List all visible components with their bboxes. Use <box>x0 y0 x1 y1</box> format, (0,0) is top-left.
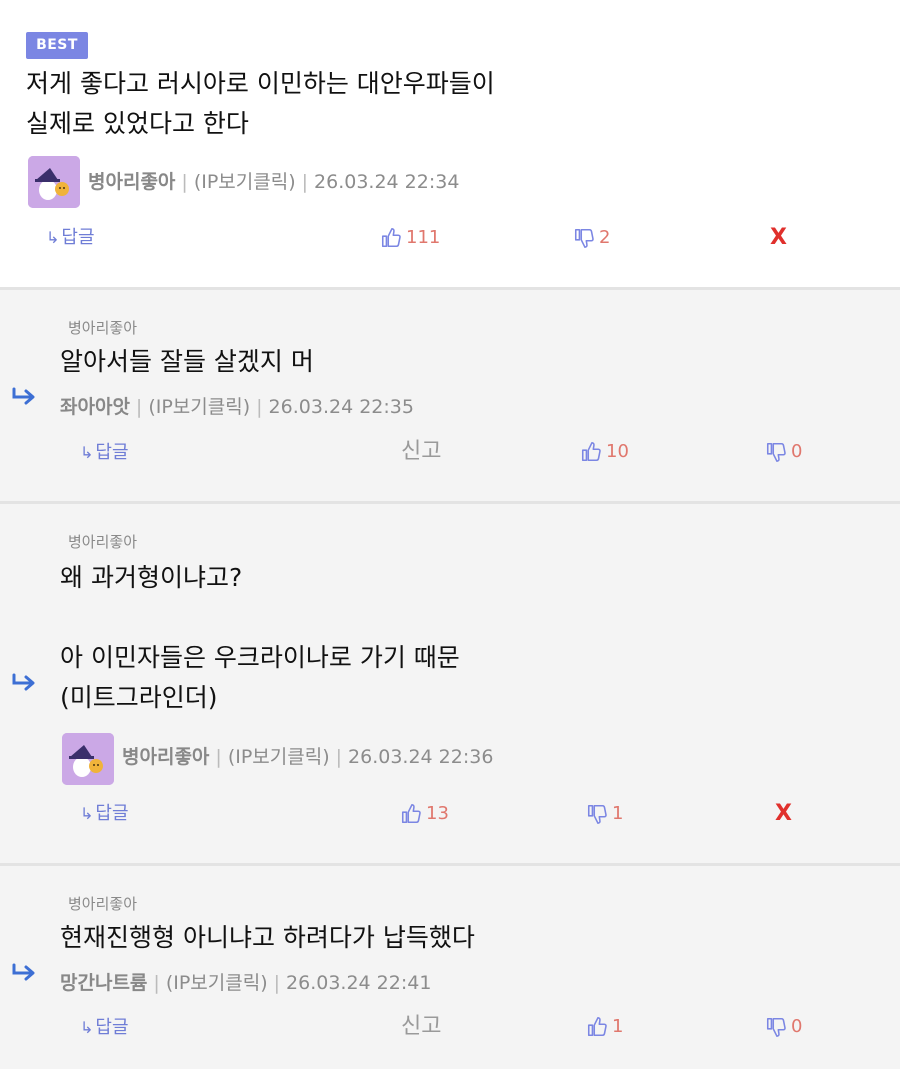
separator: | <box>335 746 343 768</box>
nickname[interactable]: 좌아아앗 <box>60 396 130 418</box>
reply-comment: 병아리좋아 알아서들 잘들 살겠지 머 좌아아앗 | (IP보기클릭) | 26.03.… <box>0 290 900 501</box>
thumbs-down-icon <box>574 228 594 248</box>
reply-comment: 병아리좋아 현재진행형 아니냐고 하려다가 납득했다 망간나트륨 | (IP보기클릭… <box>0 866 900 1069</box>
comment-text: 알아서들 잘들 살겠지 머 <box>60 347 314 376</box>
ip-link[interactable]: (IP보기클릭) <box>166 972 268 994</box>
best-comment: BEST 저게 좋다고 러시아로 이민하는 대안우파들이 실제로 있었다고 한다… <box>0 0 900 287</box>
reply-label: 답글 <box>61 227 95 248</box>
timestamp: 26.03.24 22:34 <box>314 171 460 193</box>
reply-to-nickname: 병아리좋아 <box>68 533 138 551</box>
like-button[interactable]: 111 <box>380 227 440 249</box>
comment-text: 현재진행형 아니냐고 하려다가 납득했다 <box>60 923 475 952</box>
like-button[interactable]: 1 <box>586 1016 623 1038</box>
best-badge: BEST <box>26 32 88 59</box>
small-reply-arrow-icon: ↳ <box>80 443 94 462</box>
ip-link[interactable]: (IP보기클릭) <box>194 171 296 193</box>
separator: | <box>256 396 263 418</box>
reply-to-nickname: 병아리좋아 <box>68 895 138 913</box>
avatar-image <box>62 733 114 785</box>
comment-text: 저게 좋다고 러시아로 이민하는 대안우파들이 실제로 있었다고 한다 <box>26 69 495 138</box>
reply-button[interactable]: ↳ 답글 <box>46 227 95 249</box>
thumbs-up-icon <box>401 804 421 824</box>
reply-button[interactable]: ↳ 답글 <box>80 1017 129 1039</box>
thumbs-down-icon <box>766 1017 786 1037</box>
like-count: 111 <box>406 227 441 248</box>
reply-arrow-icon <box>12 963 35 981</box>
reply-arrow-icon <box>12 673 35 691</box>
thumbs-up-icon <box>381 228 401 248</box>
like-count: 10 <box>606 441 629 462</box>
avatar-image <box>28 156 80 208</box>
comment-meta: 병아리좋아 | (IP보기클릭) | 26.03.24 22:34 <box>88 170 459 194</box>
dislike-count: 0 <box>791 441 803 462</box>
ip-link[interactable]: (IP보기클릭) <box>228 746 330 768</box>
small-reply-arrow-icon: ↳ <box>80 804 94 823</box>
dislike-count: 2 <box>599 227 611 248</box>
reply-arrow-icon <box>12 387 35 405</box>
thumbs-down-icon <box>766 442 786 462</box>
thumbs-up-icon <box>587 1017 607 1037</box>
thumbs-down-icon <box>587 804 607 824</box>
dislike-button[interactable]: 0 <box>765 1016 802 1038</box>
nickname[interactable]: 병아리좋아 <box>88 171 175 193</box>
reply-label: 답글 <box>95 1017 129 1038</box>
comment-meta: 좌아아앗 | (IP보기클릭) | 26.03.24 22:35 <box>60 395 414 419</box>
separator: | <box>215 746 222 768</box>
delete-button[interactable]: X <box>770 227 787 249</box>
nickname[interactable]: 병아리좋아 <box>122 746 209 768</box>
reply-comment: 병아리좋아 왜 과거형이냐고? 아 이민자들은 우크라이나로 가기 때문 (미트… <box>0 504 900 863</box>
separator: | <box>181 171 188 193</box>
like-count: 13 <box>426 803 449 824</box>
delete-button[interactable]: X <box>775 803 792 825</box>
separator: | <box>301 171 309 193</box>
timestamp: 26.03.24 22:41 <box>286 972 432 994</box>
dislike-count: 0 <box>791 1016 803 1037</box>
separator: | <box>153 972 160 994</box>
small-reply-arrow-icon: ↳ <box>80 1018 94 1037</box>
dislike-button[interactable]: 2 <box>573 227 610 249</box>
comment-text: 왜 과거형이냐고? 아 이민자들은 우크라이나로 가기 때문 (미트그라인더) <box>60 563 460 712</box>
timestamp: 26.03.24 22:35 <box>268 396 414 418</box>
like-button[interactable]: 10 <box>580 441 629 463</box>
report-button[interactable]: 신고 <box>401 1016 441 1038</box>
comment-meta: 병아리좋아 | (IP보기클릭) | 26.03.24 22:36 <box>122 745 493 769</box>
like-button[interactable]: 13 <box>400 803 449 825</box>
ip-link[interactable]: (IP보기클릭) <box>148 396 250 418</box>
small-reply-arrow-icon: ↳ <box>46 228 60 247</box>
report-button[interactable]: 신고 <box>401 441 441 463</box>
reply-to-nickname: 병아리좋아 <box>68 319 138 337</box>
separator: | <box>135 396 143 418</box>
avatar[interactable] <box>28 156 80 208</box>
separator: | <box>273 972 281 994</box>
dislike-button[interactable]: 1 <box>586 803 623 825</box>
thumbs-up-icon <box>581 442 601 462</box>
reply-button[interactable]: ↳ 답글 <box>80 803 129 825</box>
dislike-count: 1 <box>612 803 624 824</box>
reply-label: 답글 <box>95 803 129 824</box>
dislike-button[interactable]: 0 <box>765 441 802 463</box>
timestamp: 26.03.24 22:36 <box>348 746 494 768</box>
like-count: 1 <box>612 1016 624 1037</box>
reply-button[interactable]: ↳ 답글 <box>80 442 129 464</box>
reply-label: 답글 <box>95 442 129 463</box>
nickname[interactable]: 망간나트륨 <box>60 972 147 994</box>
comment-meta: 망간나트륨 | (IP보기클릭) | 26.03.24 22:41 <box>60 971 431 995</box>
avatar[interactable] <box>62 733 114 785</box>
